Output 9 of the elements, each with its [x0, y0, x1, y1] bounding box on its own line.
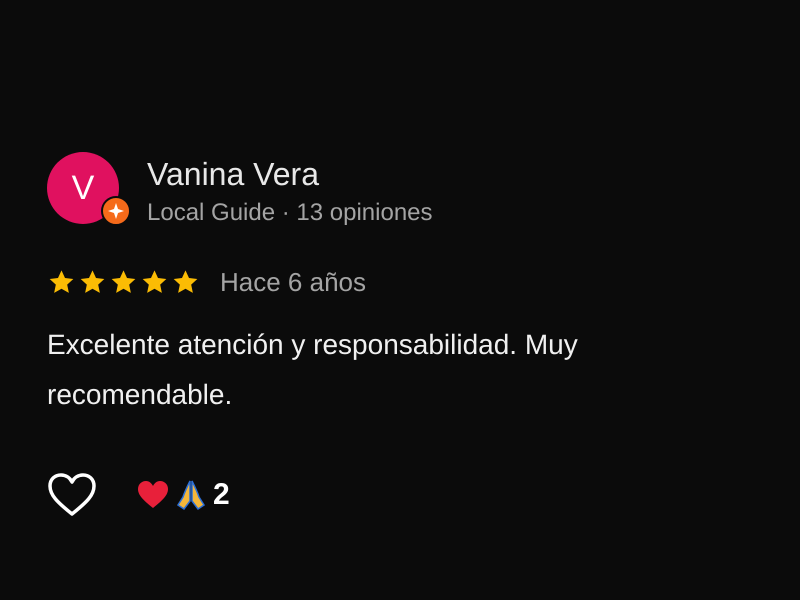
praying-hands-icon — [175, 479, 207, 511]
author-meta: Local Guide · 13 opiniones — [147, 199, 433, 227]
review-text: Excelente atención y responsabilidad. Muy recomendable. — [47, 328, 579, 412]
author-name[interactable]: Vanina Vera — [147, 156, 433, 193]
heart-icon — [137, 479, 169, 511]
reaction-count: 2 — [213, 478, 230, 512]
review-time: Hace 6 años — [220, 267, 366, 298]
like-button[interactable] — [47, 472, 97, 518]
guide-badge-icon — [101, 196, 131, 226]
